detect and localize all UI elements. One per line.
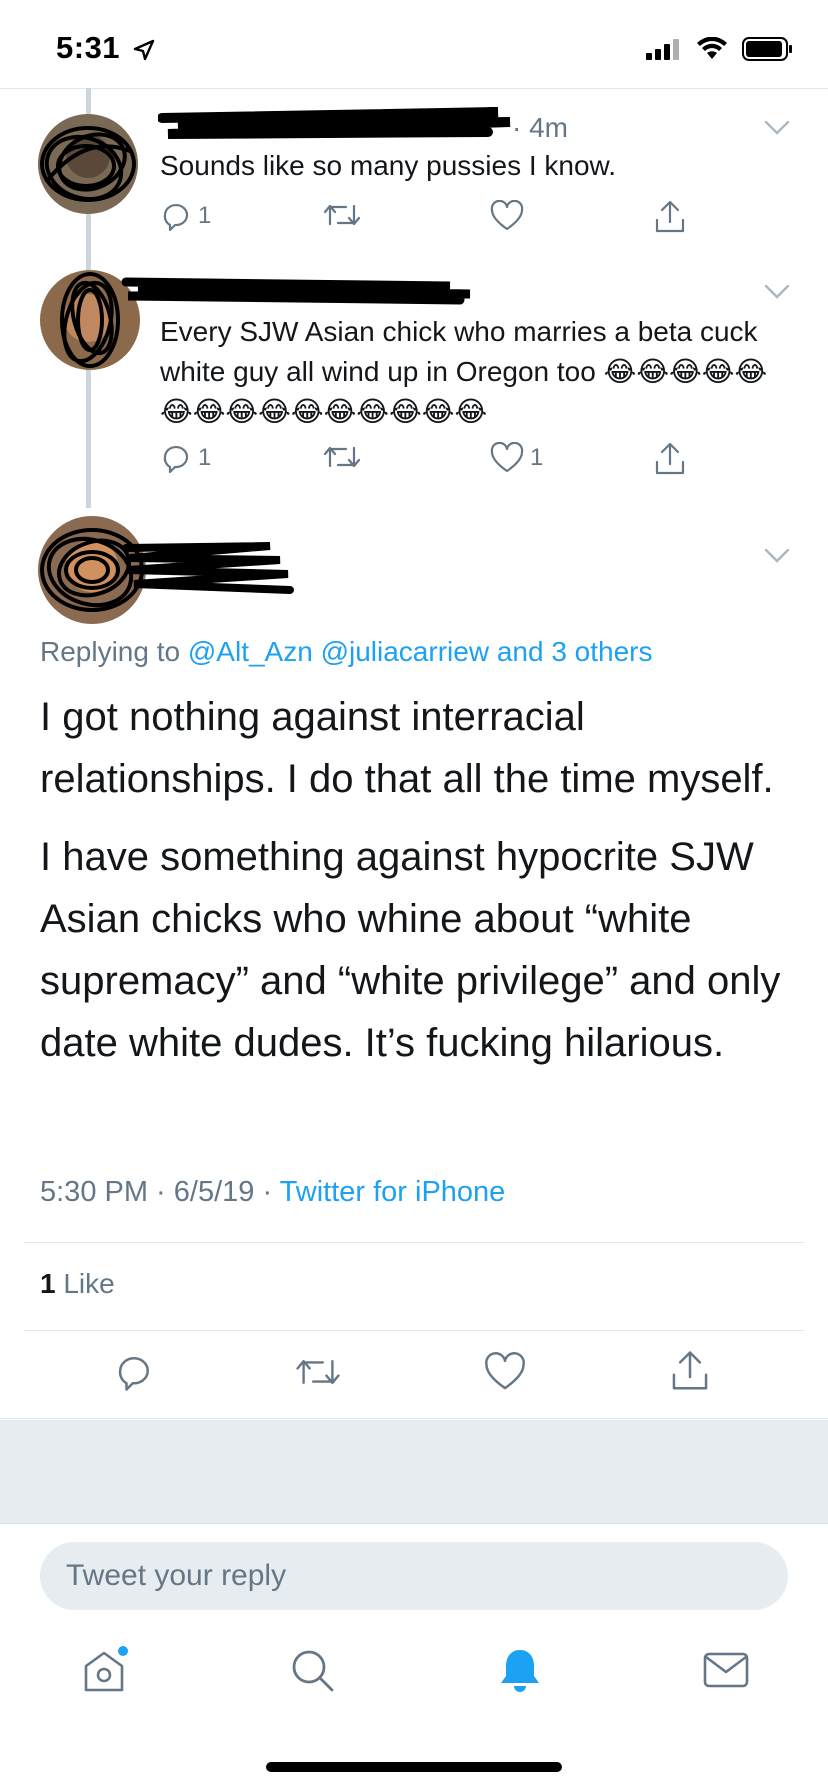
like-count: 1 (530, 444, 544, 471)
like-summary[interactable]: 1 Like (40, 1268, 115, 1300)
retweet-icon (296, 1360, 340, 1384)
battery-icon (742, 37, 792, 61)
reply-icon (163, 204, 189, 232)
redacted-username-scribble (158, 107, 511, 139)
status-bar: 5:31 (0, 0, 828, 88)
share-icon (672, 1351, 708, 1390)
reply-button[interactable]: 1 (160, 200, 211, 232)
share-button[interactable] (670, 1350, 710, 1397)
search-icon (292, 1650, 334, 1692)
like-button[interactable] (484, 1352, 526, 1397)
home-icon (84, 1646, 128, 1692)
retweet-icon (324, 204, 360, 226)
replying-to-users-link[interactable]: @Alt_Azn @juliacarriew and 3 others (188, 636, 653, 667)
status-time: 5:31 (56, 30, 155, 66)
cellular-signal-icon (646, 39, 679, 60)
tweet-actions: 1 1 (160, 442, 700, 478)
main-tweet-paragraph: I got nothing against interracial relati… (40, 695, 774, 801)
reply-count: 1 (198, 444, 212, 471)
tab-messages[interactable] (696, 1640, 756, 1700)
tab-search[interactable] (282, 1640, 342, 1700)
redacted-username-scribble (122, 542, 294, 594)
divider (0, 1418, 828, 1419)
tweet-reply-input[interactable] (40, 1542, 788, 1610)
heart-icon (490, 200, 524, 231)
share-button[interactable] (654, 200, 686, 234)
timestamp-text: 5:30 PM · 6/5/19 · (40, 1176, 280, 1208)
main-tweet-paragraph: I have something against hypocrite SJW A… (40, 835, 781, 1065)
like-button[interactable]: 1 (490, 442, 543, 474)
replying-to: Replying to @Alt_Azn @juliacarriew and 3… (40, 636, 653, 668)
bell-icon (501, 1650, 539, 1692)
divider (24, 1242, 804, 1243)
divider (24, 1330, 804, 1331)
tweet-text: Sounds like so many pussies I know. (160, 150, 617, 181)
retweet-button[interactable] (296, 1354, 340, 1395)
heart-icon (490, 442, 524, 473)
redacted-username-scribble (121, 277, 471, 305)
replying-to-label: Replying to (40, 636, 188, 667)
status-icons (646, 36, 794, 62)
tweet-actions: 1 (160, 200, 700, 236)
tweet-timestamp: 5:30 PM · 6/5/19 · Twitter for iPhone (40, 1176, 505, 1209)
tab-home[interactable] (74, 1640, 134, 1700)
share-button[interactable] (654, 442, 686, 476)
main-tweet-actions (0, 1350, 828, 1397)
chevron-down-icon[interactable] (764, 120, 790, 136)
like-total: 1 (40, 1268, 56, 1299)
tweet-source-link[interactable]: Twitter for iPhone (280, 1176, 506, 1208)
like-label: Like (55, 1268, 115, 1299)
top-divider (0, 88, 828, 89)
chevron-down-icon[interactable] (764, 548, 790, 564)
share-icon (655, 200, 685, 233)
bottom-tab-bar (0, 1640, 828, 1710)
scribbled-avatar-icon (38, 114, 138, 214)
like-button[interactable] (490, 200, 524, 232)
wifi-icon (697, 37, 727, 59)
retweet-icon (324, 446, 360, 468)
tweet-time: · 4m (512, 112, 568, 143)
chevron-down-icon[interactable] (764, 284, 790, 300)
reply-button[interactable] (114, 1352, 154, 1397)
retweet-button[interactable] (324, 442, 360, 472)
share-icon (655, 442, 685, 475)
envelope-icon (703, 1652, 749, 1688)
reply-button[interactable]: 1 (160, 442, 211, 474)
heart-icon (485, 1352, 525, 1390)
avatar[interactable] (36, 112, 140, 216)
tweet-text: Every SJW Asian chick who marries a beta… (160, 316, 768, 427)
location-arrow-icon (133, 39, 155, 61)
retweet-button[interactable] (324, 200, 360, 230)
reply-icon (163, 446, 189, 474)
tab-notifications[interactable] (490, 1640, 550, 1700)
home-indicator (266, 1762, 562, 1772)
reply-icon (118, 1357, 149, 1391)
empty-replies-area (0, 1420, 828, 1524)
reply-count: 1 (198, 202, 212, 229)
